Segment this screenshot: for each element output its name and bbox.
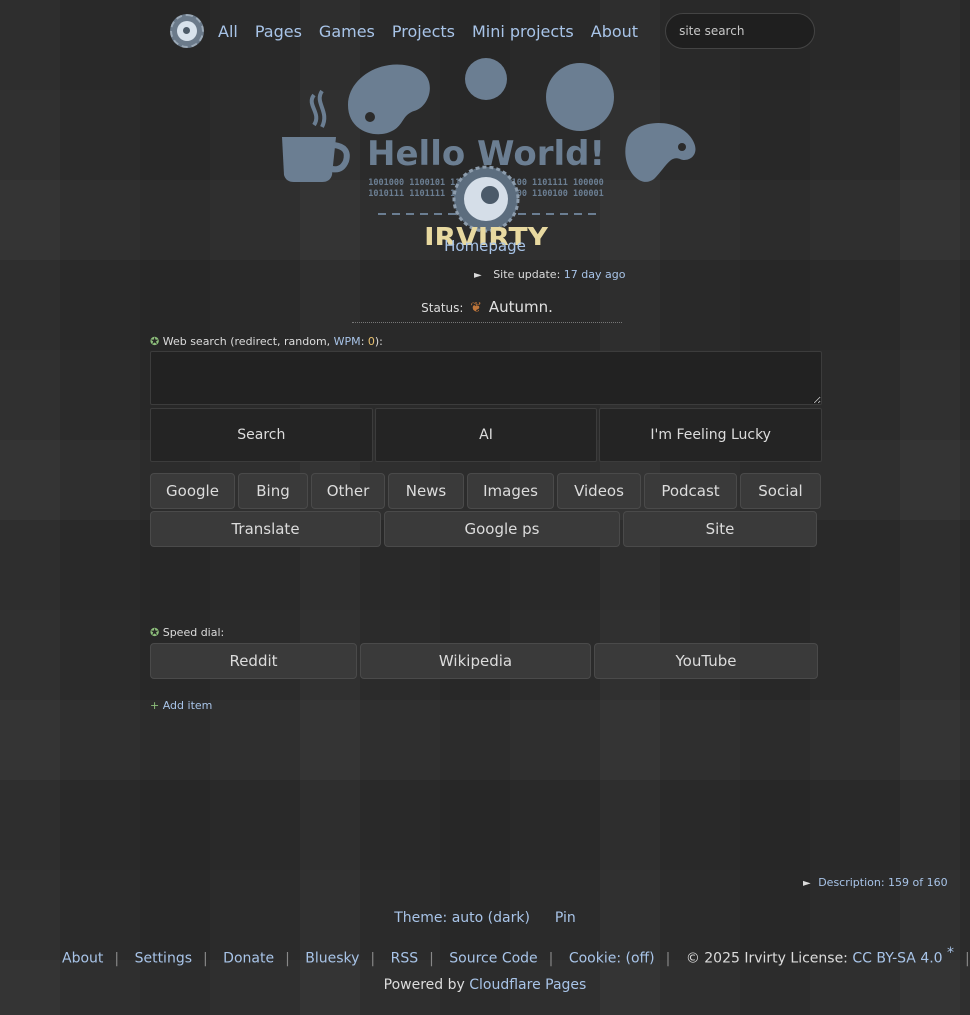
wpm-link[interactable]: WPM — [334, 335, 361, 348]
feeling-lucky-button[interactable]: I'm Feeling Lucky — [599, 408, 823, 462]
blob-circle — [465, 58, 507, 100]
engine-google-ps-button[interactable]: Google ps — [384, 511, 620, 547]
recycle-icon: ✪ — [150, 626, 160, 639]
web-search-input[interactable] — [150, 351, 822, 405]
recycle-icon: ✪ — [150, 335, 160, 348]
ai-button[interactable]: AI — [374, 408, 598, 462]
site-update-summary[interactable]: ► Site update: 17 day ago — [474, 268, 625, 281]
engine-images-button[interactable]: Images — [467, 473, 554, 509]
nav-link-games[interactable]: Games — [319, 22, 375, 41]
status-value: Autumn. — [488, 298, 553, 316]
engine-videos-button[interactable]: Videos — [557, 473, 641, 509]
web-search-buttons: Search AI I'm Feeling Lucky — [150, 408, 823, 462]
engine-news-button[interactable]: News — [388, 473, 464, 509]
footer-settings-link[interactable]: Settings — [135, 951, 192, 967]
footer: About | Settings | Donate | Bluesky | RSS | S… — [62, 945, 970, 967]
theme-line: Theme: auto (dark) Pin — [0, 910, 970, 926]
cloudflare-pages-link[interactable]: Cloudflare Pages — [469, 977, 586, 993]
cup-icon — [282, 137, 336, 182]
status-label: Status: — [421, 301, 464, 315]
autumn-leaf-icon: ❦ — [470, 300, 482, 316]
blob-left — [348, 64, 430, 135]
speed-dial-wikipedia[interactable]: Wikipedia — [360, 643, 591, 679]
nav-link-mini-projects[interactable]: Mini projects — [472, 22, 574, 41]
engine-translate-button[interactable]: Translate — [150, 511, 381, 547]
engine-row-1: Google Bing Other News Images Videos Pod… — [150, 473, 821, 509]
engine-podcast-button[interactable]: Podcast — [644, 473, 737, 509]
footer-cookie-link[interactable]: Cookie: (off) — [569, 951, 655, 967]
footer-star[interactable]: * — [947, 945, 954, 961]
banner-art: Hello World! 1001000 1100101 1101100 110… — [282, 58, 696, 254]
plus-icon: + — [150, 699, 160, 712]
powered-by: Powered by Cloudflare Pages — [383, 977, 587, 993]
status-line: Status: ❦ Autumn. — [352, 298, 622, 323]
speed-dial-reddit[interactable]: Reddit — [150, 643, 357, 679]
engine-google-button[interactable]: Google — [150, 473, 235, 509]
engine-other-button[interactable]: Other — [311, 473, 385, 509]
blob-far-right — [625, 123, 696, 182]
site-logo-icon[interactable] — [170, 14, 204, 48]
nav-link-pages[interactable]: Pages — [255, 22, 302, 41]
engine-row-2: Translate Google ps Site — [150, 511, 821, 547]
engine-site-button[interactable]: Site — [623, 511, 817, 547]
add-item-link[interactable]: + Add item — [150, 699, 212, 712]
footer-license-link[interactable]: CC BY-SA 4.0 — [852, 951, 942, 967]
page-title: Homepage — [444, 237, 526, 255]
web-search-label: ✪ Web search (redirect, random, WPM: 0): — [150, 335, 383, 348]
speed-dial-label: ✪ Speed dial: — [150, 626, 225, 639]
nav-link-about[interactable]: About — [591, 22, 638, 41]
nav-link-projects[interactable]: Projects — [392, 22, 455, 41]
footer-source-code-link[interactable]: Source Code — [449, 951, 537, 967]
footer-bluesky-link[interactable]: Bluesky — [305, 951, 359, 967]
blob-right — [546, 63, 614, 131]
footer-donate-link[interactable]: Donate — [223, 951, 274, 967]
search-button[interactable]: Search — [150, 408, 373, 462]
footer-copyright: © 2025 Irvirty License: — [685, 950, 853, 967]
footer-about-link[interactable]: About — [62, 951, 103, 967]
nav-link-all[interactable]: All — [218, 22, 238, 41]
speed-dial-row: Reddit Wikipedia YouTube — [150, 643, 821, 679]
steam-icon — [309, 89, 327, 128]
description-summary[interactable]: ► Description: 159 of 160 — [803, 876, 948, 889]
disclosure-triangle-icon: ► — [474, 270, 482, 281]
top-nav: All Pages Games Projects Mini projects A… — [170, 12, 816, 50]
wpm-value: 0 — [367, 335, 375, 348]
hello-world-banner: Hello World! 1001000 1100101 1101100 110… — [278, 55, 698, 254]
footer-rss-link[interactable]: RSS — [391, 951, 419, 967]
site-update-label: Site update: — [493, 268, 561, 281]
pin-link[interactable]: Pin — [555, 910, 576, 926]
site-search-input[interactable] — [665, 13, 816, 49]
speed-dial-youtube[interactable]: YouTube — [594, 643, 818, 679]
engine-social-button[interactable]: Social — [740, 473, 821, 509]
site-update-value: 17 day ago — [563, 268, 626, 281]
disclosure-triangle-icon: ► — [803, 878, 811, 889]
theme-toggle-link[interactable]: Theme: auto (dark) — [394, 910, 530, 926]
engine-bing-button[interactable]: Bing — [238, 473, 308, 509]
